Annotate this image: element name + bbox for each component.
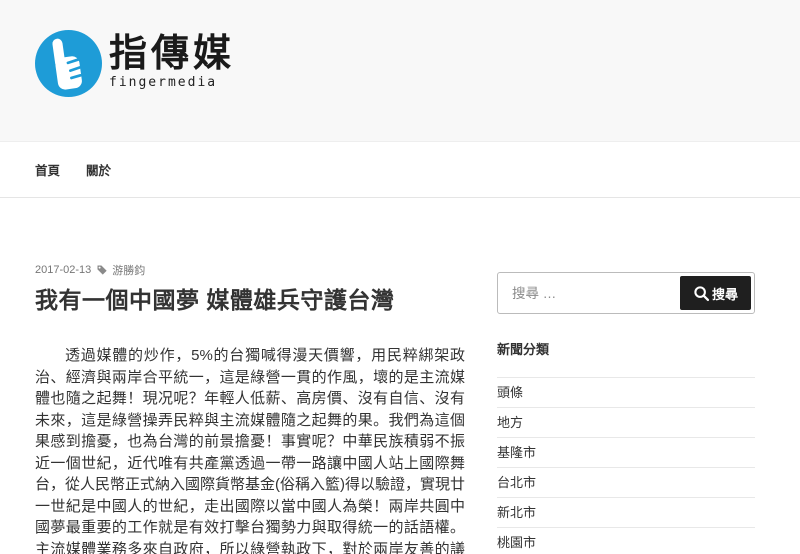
site-branding: 指傳媒 fingermedia [0,0,800,97]
site-logo[interactable] [35,30,102,97]
search-button[interactable]: 搜尋 [680,276,751,310]
site-title[interactable]: 指傳媒 [109,34,235,74]
main-nav: 首頁 關於 [0,141,800,198]
category-item-taoyuan[interactable]: 桃園市 [497,528,755,554]
category-item-headline[interactable]: 頭條 [497,378,755,408]
search-button-label: 搜尋 [712,284,738,303]
site-subtitle: fingermedia [109,75,235,90]
entry-meta: 2017-02-13 游勝鈞 [35,262,465,278]
article-body: 透過媒體的炒作，5%的台獨喊得漫天價響，用民粹綁架政治、經濟與兩岸合平統一，這是… [35,345,465,554]
category-item-taipei[interactable]: 台北市 [497,468,755,498]
search-icon [693,285,710,302]
page-title: 我有一個中國夢 媒體雄兵守護台灣 [35,286,465,314]
search-form: 搜尋 [497,272,755,314]
sidebar: 搜尋 新聞分類 頭條 地方 基隆市 台北市 新北市 桃園市 [497,198,755,554]
article: 2017-02-13 游勝鈞 我有一個中國夢 媒體雄兵守護台灣 透過媒體的炒作，… [35,198,465,554]
category-item-newtaipei[interactable]: 新北市 [497,498,755,528]
category-item-keelung[interactable]: 基隆市 [497,438,755,468]
tag-icon [96,264,108,276]
site-header: 指傳媒 fingermedia [0,0,800,141]
categories-widget-title: 新聞分類 [497,339,755,358]
site-title-block: 指傳媒 fingermedia [109,30,235,90]
nav-item-about[interactable]: 關於 [86,160,111,179]
categories-list: 頭條 地方 基隆市 台北市 新北市 桃園市 [497,377,755,554]
post-author[interactable]: 游勝鈞 [112,262,145,278]
nav-item-home[interactable]: 首頁 [35,160,60,179]
finger-hand-icon [35,30,102,97]
post-date[interactable]: 2017-02-13 [35,264,91,276]
content-area: 2017-02-13 游勝鈞 我有一個中國夢 媒體雄兵守護台灣 透過媒體的炒作，… [0,198,800,554]
category-item-local[interactable]: 地方 [497,408,755,438]
